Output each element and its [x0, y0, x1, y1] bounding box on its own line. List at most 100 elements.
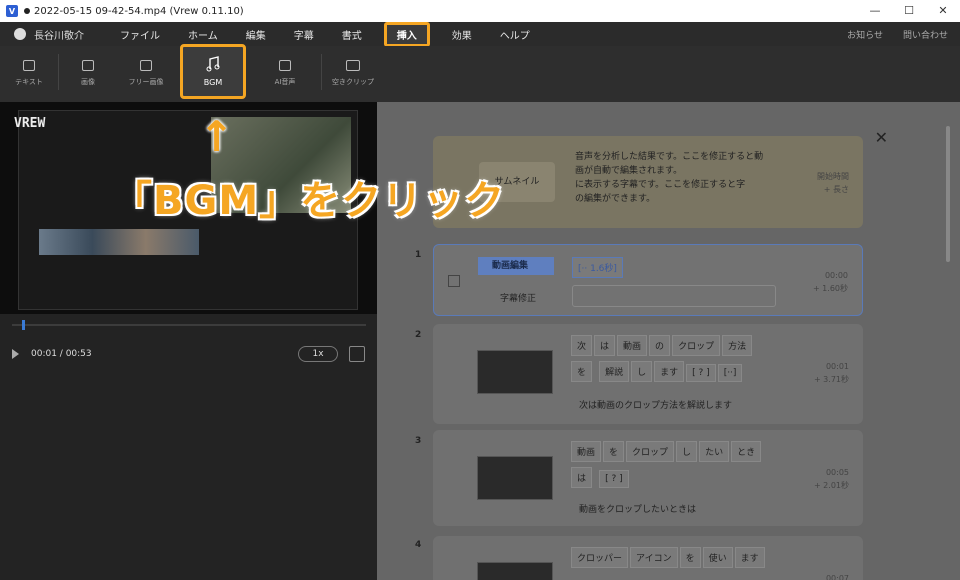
word-chip[interactable]: 次 [571, 335, 593, 356]
window-titlebar: V 2022-05-15 09-42-54.mp4 (Vrew 0.11.10)… [0, 0, 960, 22]
tool-empty-clip[interactable]: 空きクリップ [322, 46, 384, 87]
menu-home[interactable]: ホーム [188, 27, 218, 42]
word-chip[interactable]: クロッパー [571, 547, 629, 568]
tutorial-text: 音声を分析した結果です。ここを修正すると動 画が自動で編集されます。 に表示する… [575, 150, 763, 206]
fit-screen-icon[interactable] [349, 346, 365, 362]
preview-timeline-strip [39, 229, 199, 255]
tool-bgm-label: BGM [203, 78, 223, 87]
tool-free-image[interactable]: フリー画像 [117, 46, 175, 87]
insert-toolbar: テキスト 画像 フリー画像 AI音声 空きクリップ [0, 46, 960, 102]
word-chip[interactable]: を [603, 441, 625, 462]
word-chip[interactable]: [ ? ] [686, 364, 716, 382]
play-icon[interactable] [12, 349, 19, 359]
word-chip[interactable]: [··] [717, 364, 743, 382]
scrollbar[interactable] [946, 126, 950, 262]
clip-card-1[interactable]: 動画編集 字幕修正 [·· 1.6秒] 00:00 + 1.60秒 [433, 244, 863, 316]
image-icon [82, 60, 94, 71]
menu-file[interactable]: ファイル [120, 27, 160, 42]
menu-effects[interactable]: 効果 [452, 27, 472, 42]
tutorial-time: 開始時間 + 長さ [817, 170, 849, 196]
word-chip[interactable]: 解説 [599, 361, 630, 382]
notifications-link[interactable]: お知らせ [847, 28, 883, 41]
tool-empty-clip-label: 空きクリップ [332, 78, 374, 86]
menu-bar: 長谷川敬介 ファイル ホーム 編集 字幕 書式 挿入 効果 ヘルプ お知らせ 問… [0, 21, 960, 47]
tool-image-label: 画像 [81, 78, 95, 86]
silence-chip[interactable]: [·· 1.6秒] [572, 257, 623, 278]
menu-format[interactable]: 書式 [342, 27, 362, 42]
video-edit-label: 動画編集 [478, 257, 554, 275]
close-window-button[interactable]: ✕ [926, 0, 960, 22]
clip-duration: + 2.01秒 [813, 481, 849, 490]
word-chip[interactable]: 使い [702, 547, 733, 568]
word-chip[interactable]: とき [731, 441, 762, 462]
clip-card-4[interactable]: クロッパー アイコンを使い ます 00:07 [433, 536, 863, 580]
text-icon [23, 60, 35, 71]
clip-thumbnail [477, 456, 553, 500]
tool-ai-voice[interactable]: AI音声 [249, 46, 321, 87]
seek-handle[interactable] [22, 320, 25, 330]
word-chip[interactable]: たい [699, 441, 730, 462]
clip-checkbox[interactable] [448, 275, 460, 287]
speed-button[interactable]: 1x [298, 346, 338, 362]
maximize-button[interactable]: ☐ [892, 0, 926, 22]
word-chip[interactable]: を [679, 547, 701, 568]
clip-time: 00:07 [826, 572, 849, 580]
free-image-icon [140, 60, 152, 71]
clip-time: 00:00 + 1.60秒 [813, 269, 848, 295]
clip-start: 00:07 [825, 574, 849, 580]
minimize-button[interactable]: — [858, 0, 892, 22]
tool-text[interactable]: テキスト [0, 46, 58, 87]
playback-time: 00:01 / 00:53 [31, 349, 92, 359]
word-chip[interactable]: アイコン [630, 547, 678, 568]
subtitle-edit-label: 字幕修正 [500, 294, 537, 304]
tool-ai-voice-label: AI音声 [274, 78, 296, 86]
word-chip[interactable]: し [631, 361, 653, 382]
tutorial-line: に表示する字幕です。ここを修正すると字 [575, 180, 746, 190]
clip-number: 3 [415, 436, 422, 446]
word-chip[interactable]: 動画 [571, 441, 602, 462]
empty-clip-icon [346, 60, 360, 71]
word-chip[interactable]: ます [734, 547, 765, 568]
contact-link[interactable]: 問い合わせ [903, 28, 948, 41]
start-time-label: 開始時間 [817, 172, 849, 181]
close-tutorial-icon[interactable]: ✕ [875, 128, 888, 147]
callout-arrow-icon: ↑ [199, 112, 235, 161]
word-chip[interactable]: ます [654, 361, 685, 382]
seek-bar[interactable] [12, 324, 366, 326]
menu-edit[interactable]: 編集 [246, 27, 266, 42]
clip-time: 00:01 + 3.71秒 [814, 360, 849, 386]
duration-label: + 長さ [823, 185, 849, 194]
menu-help[interactable]: ヘルプ [500, 27, 530, 42]
clip-duration: + 3.71秒 [813, 375, 849, 384]
tutorial-line: 画が自動で編集されます。 [575, 166, 683, 176]
clip-sentence[interactable]: 動画をクロップしたいときは [579, 502, 696, 515]
word-chip[interactable]: し [676, 441, 698, 462]
tool-free-image-label: フリー画像 [128, 78, 164, 86]
menu-subtitle[interactable]: 字幕 [294, 27, 314, 42]
tool-text-label: テキスト [15, 78, 43, 86]
user-account[interactable]: 長谷川敬介 [14, 27, 84, 42]
subtitle-input[interactable] [572, 285, 776, 307]
menu-insert[interactable]: 挿入 [383, 21, 430, 47]
tool-bgm[interactable]: BGM [180, 44, 246, 99]
word-chip[interactable]: を [571, 361, 593, 382]
word-chip[interactable]: 方法 [722, 335, 753, 356]
clip-sentence[interactable]: 次は動画のクロップ方法を解説します [579, 398, 732, 411]
word-chip[interactable]: [ ? ] [599, 470, 629, 488]
clip-card-2[interactable]: 次は動画のクロップ 方法を 解説します[ ? ] [··] 次は動画のクロップ方法を… [433, 324, 863, 424]
clip-thumbnail [477, 350, 553, 394]
word-chip[interactable]: は [571, 467, 593, 488]
clip-card-3[interactable]: 動画をクロップしたい ときは [ ? ] 動画をクロップしたいときは 00:05 +… [433, 430, 863, 526]
player-controls: 00:01 / 00:53 1x [12, 346, 366, 362]
word-chip[interactable]: 動画 [617, 335, 648, 356]
word-chip[interactable]: は [594, 335, 616, 356]
user-name: 長谷川敬介 [34, 30, 84, 42]
tool-image[interactable]: 画像 [59, 46, 117, 87]
clip-number: 2 [415, 330, 422, 340]
word-chip[interactable]: クロップ [672, 335, 721, 356]
word-chip[interactable]: の [649, 335, 671, 356]
word-chip[interactable]: クロップ [626, 441, 675, 462]
tutorial-line: 音声を分析した結果です。ここを修正すると動 [575, 152, 764, 162]
tutorial-line: の編集ができます。 [575, 194, 656, 204]
clip-time: 00:05 + 2.01秒 [814, 466, 849, 492]
